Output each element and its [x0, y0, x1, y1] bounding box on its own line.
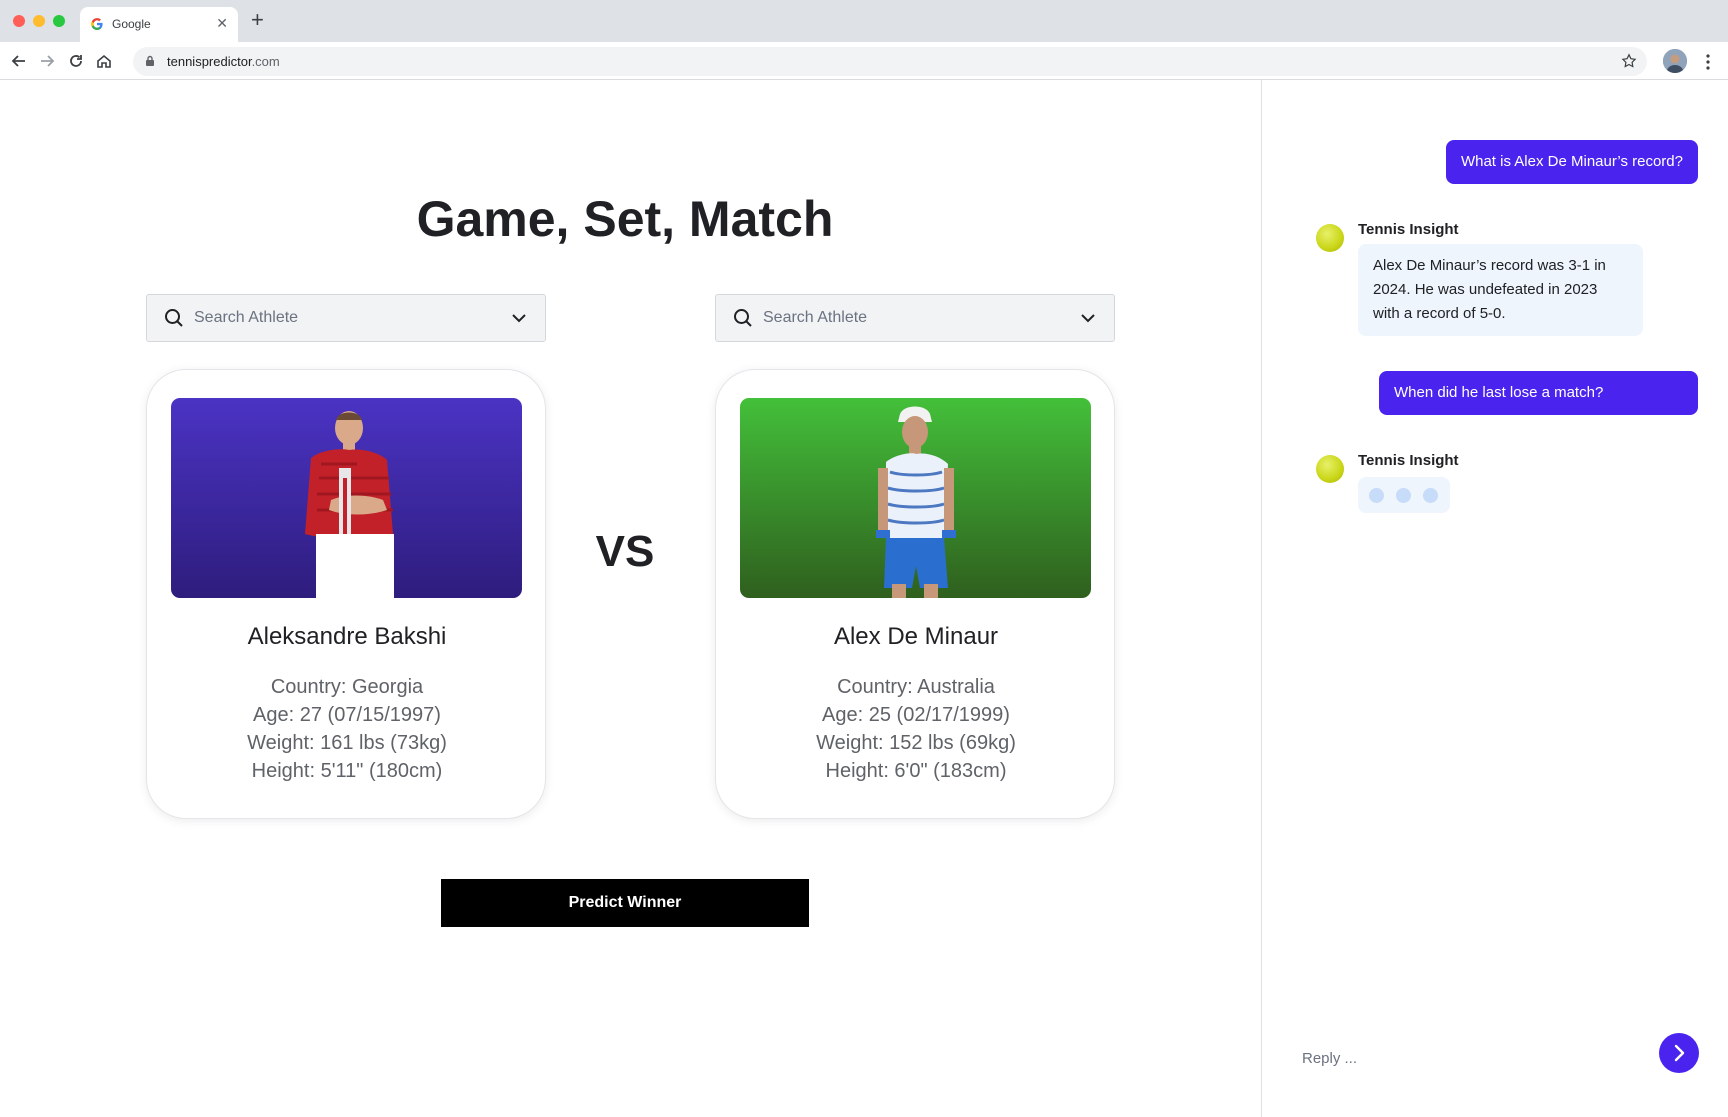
player-country: Country: Georgia	[270, 676, 424, 698]
chevron-down-icon[interactable]	[1080, 310, 1096, 326]
search-placeholder: Search Athlete	[763, 309, 868, 326]
player-name: Alex De Minaur	[833, 623, 999, 650]
player-card-right: Alex De Minaur Country: Australia Age: 2…	[715, 369, 1115, 819]
bot-message: Alex De Minaur’s record was 3-1 in 2024.…	[1358, 244, 1643, 336]
send-button[interactable]	[1659, 1033, 1699, 1073]
bot-name: Tennis Insight	[1358, 452, 1459, 469]
url-tld: .com	[251, 54, 280, 69]
player-name: Aleksandre Bakshi	[247, 623, 447, 650]
new-tab-plus-icon[interactable]: +	[251, 9, 264, 31]
player-height: Height: 5'11" (180cm)	[251, 760, 443, 782]
tennis-ball-avatar-icon	[1316, 455, 1344, 483]
browser-tab[interactable]: Google ✕	[80, 7, 238, 42]
predict-winner-button[interactable]: Predict Winner	[441, 879, 809, 927]
chevron-down-icon[interactable]	[511, 310, 527, 326]
browser-toolbar: tennispredictor.com	[0, 42, 1728, 80]
browser-tab-bar: Google ✕ +	[0, 0, 1728, 42]
back-arrow-icon[interactable]	[9, 51, 29, 71]
tab-close-icon[interactable]: ✕	[216, 15, 228, 32]
player-country: Country: Australia	[837, 676, 995, 698]
search-icon	[734, 309, 752, 327]
player-card-left: Aleksandre Bakshi Country: Georgia Age: …	[146, 369, 546, 819]
home-icon[interactable]	[94, 51, 114, 71]
lock-icon	[146, 55, 154, 66]
user-message: What is Alex De Minaur’s record?	[1445, 140, 1698, 184]
player-age: Age: 27 (07/15/1997)	[253, 704, 441, 726]
google-favicon-icon	[91, 18, 103, 30]
typing-dot	[1396, 488, 1411, 503]
chat-panel: What is Alex De Minaur’s record? Tennis …	[1261, 80, 1728, 1117]
typing-indicator	[1358, 477, 1450, 513]
reload-icon[interactable]	[66, 51, 86, 71]
forward-arrow-icon[interactable]	[37, 51, 57, 71]
url-host: tennispredictor	[167, 54, 252, 69]
player-height: Height: 6'0" (183cm)	[825, 760, 1007, 782]
reply-input[interactable]	[1302, 1043, 1642, 1073]
maximize-window-button[interactable]	[53, 15, 65, 27]
chevron-right-icon	[1674, 1044, 1685, 1062]
typing-dot	[1369, 488, 1384, 503]
tab-title: Google	[112, 17, 151, 31]
user-message: When did he last lose a match?	[1379, 371, 1698, 415]
typing-dot	[1423, 488, 1438, 503]
bookmark-star-icon[interactable]	[1621, 53, 1637, 69]
main-content: Game, Set, Match Search Athlete Search A…	[0, 80, 1261, 1117]
search-icon	[165, 309, 183, 327]
player-silhouette-icon	[876, 406, 956, 598]
player-age: Age: 25 (02/17/1999)	[822, 704, 1010, 726]
profile-avatar[interactable]	[1663, 49, 1687, 73]
address-bar[interactable]: tennispredictor.com	[133, 47, 1647, 76]
close-window-button[interactable]	[13, 15, 25, 27]
versus-label: VS	[595, 527, 655, 576]
player-photo	[171, 398, 522, 598]
avatar-image-icon	[1663, 49, 1687, 73]
bot-name: Tennis Insight	[1358, 221, 1459, 238]
page-title: Game, Set, Match	[416, 191, 834, 247]
url-text: tennispredictor.com	[167, 54, 280, 69]
browser-menu-icon[interactable]	[1700, 52, 1716, 72]
tennis-ball-avatar-icon	[1316, 224, 1344, 252]
player-photo	[740, 398, 1091, 598]
athlete-search-right[interactable]: Search Athlete	[715, 294, 1115, 342]
player-silhouette-icon	[305, 411, 394, 598]
minimize-window-button[interactable]	[33, 15, 45, 27]
player-weight: Weight: 152 lbs (69kg)	[816, 732, 1016, 754]
athlete-search-left[interactable]: Search Athlete	[146, 294, 546, 342]
search-placeholder: Search Athlete	[194, 309, 299, 326]
player-stats: Country: Australia Age: 25 (02/17/1999) …	[716, 673, 1116, 785]
player-stats: Country: Georgia Age: 27 (07/15/1997) We…	[147, 673, 547, 785]
player-weight: Weight: 161 lbs (73kg)	[247, 732, 447, 754]
